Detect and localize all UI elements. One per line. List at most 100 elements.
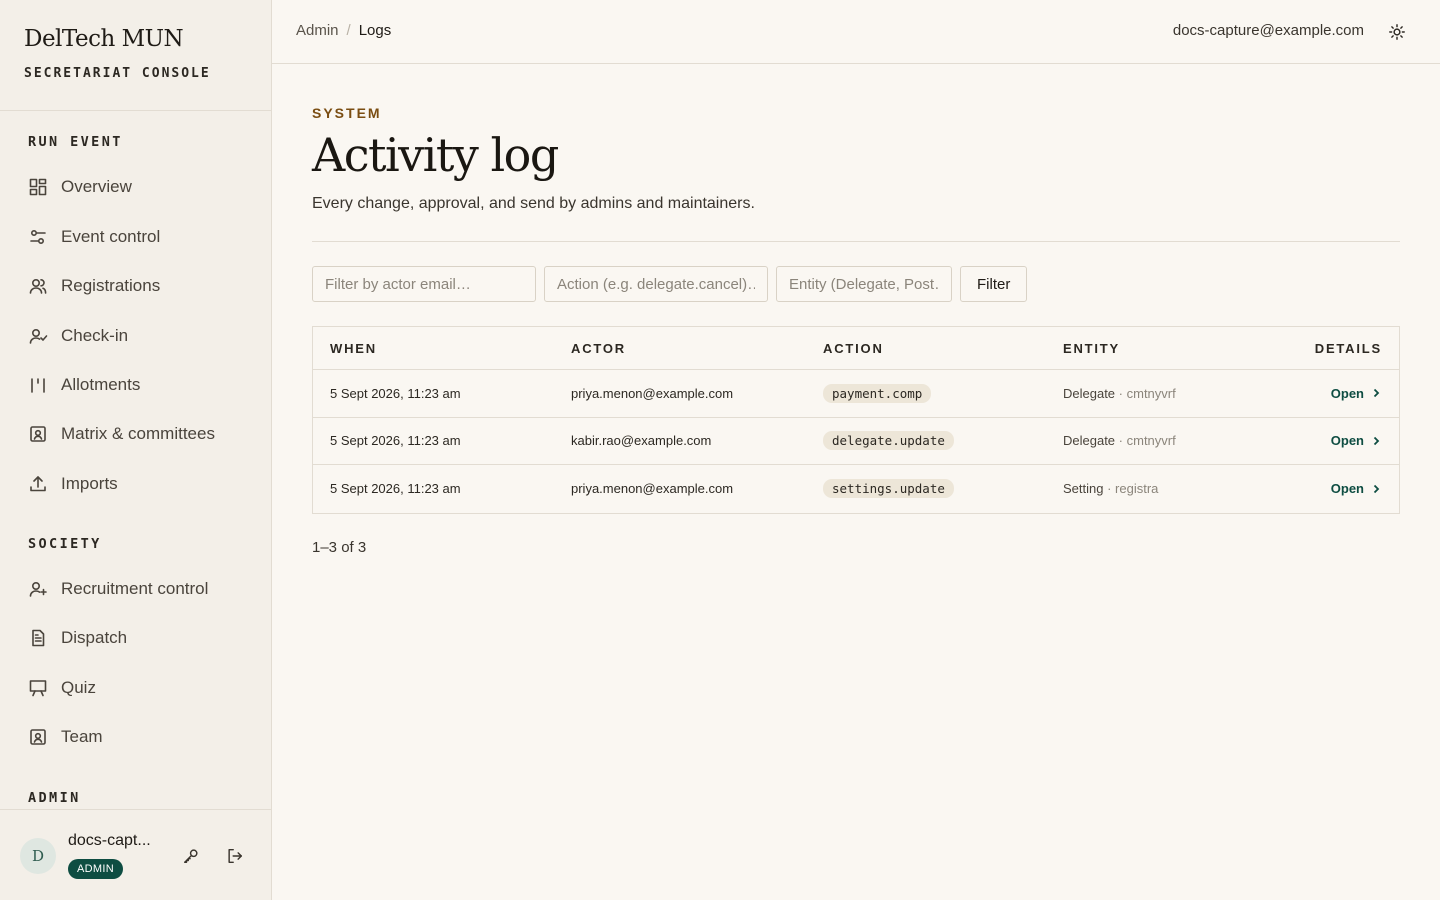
table-row: 5 Sept 2026, 11:23 am priya.menon@exampl…	[313, 370, 1399, 418]
divider	[312, 241, 1400, 242]
sidebar-item-dispatch[interactable]: Dispatch	[28, 623, 127, 653]
cell-entity: Delegate · cmtnyvrf	[1063, 386, 1263, 401]
nav-section-society: SOCIETY	[28, 536, 102, 552]
table-header: WHEN ACTOR ACTION ENTITY DETAILS	[313, 327, 1399, 370]
entity-type: Delegate	[1063, 433, 1116, 449]
sidebar-item-imports[interactable]: Imports	[28, 469, 118, 499]
action-chip: settings.update	[823, 479, 954, 499]
nav-section-run-event: RUN EVENT	[28, 134, 123, 150]
user-name: docs-capt...	[68, 832, 151, 849]
entity-separator: ·	[1115, 385, 1127, 401]
breadcrumb-logs: Logs	[358, 22, 392, 39]
breadcrumb-admin[interactable]: Admin	[296, 22, 339, 39]
cell-details: Open	[1263, 386, 1399, 401]
column-header-when: WHEN	[330, 340, 377, 356]
sidebar-item-quiz[interactable]: Quiz	[28, 673, 96, 703]
entity-separator: ·	[1115, 433, 1127, 449]
sidebar: DelTech MUN SECRETARIAT CONSOLE RUN EVEN…	[0, 0, 272, 900]
nav-section-admin: ADMIN	[28, 790, 81, 806]
cell-details: Open	[1263, 433, 1399, 448]
action-chip: payment.comp	[823, 383, 932, 403]
sidebar-footer: D docs-capt... ADMIN	[0, 809, 271, 900]
cell-actor: kabir.rao@example.com	[571, 433, 712, 449]
open-details-link[interactable]: Open	[1331, 433, 1382, 448]
cell-action: payment.comp	[823, 383, 1063, 403]
avatar: D	[20, 838, 56, 874]
cell-actor: priya.menon@example.com	[571, 385, 734, 401]
key-icon	[183, 849, 198, 864]
sidebar-item-label: Check-in	[61, 326, 129, 345]
user-check-icon	[29, 328, 48, 344]
cell-action: delegate.update	[823, 431, 1063, 451]
sidebar-item-label: Registrations	[61, 276, 161, 295]
sidebar-item-registrations[interactable]: Registrations	[28, 271, 160, 301]
sidebar-item-label: Team	[61, 727, 103, 746]
open-link-label: Open	[1330, 481, 1364, 497]
column-header-entity: ENTITY	[1063, 340, 1121, 356]
sidebar-item-label: Quiz	[61, 678, 96, 697]
theme-toggle-button[interactable]	[1388, 23, 1406, 41]
entity-type: Setting	[1063, 481, 1104, 497]
sliders-icon	[30, 229, 46, 245]
open-link-label: Open	[1330, 433, 1364, 449]
sidebar-item-event-control[interactable]: Event control	[28, 222, 160, 252]
action-chip: delegate.update	[823, 431, 954, 451]
column-header-actor: ACTOR	[571, 340, 626, 356]
open-details-link[interactable]: Open	[1331, 386, 1382, 401]
entity-id: cmtnyvrf	[1126, 385, 1176, 401]
id-badge-icon	[30, 729, 46, 745]
sidebar-item-label: Overview	[61, 177, 132, 196]
sun-icon	[1389, 24, 1405, 40]
sidebar-item-check-in[interactable]: Check-in	[28, 321, 128, 351]
sidebar-item-label: Imports	[61, 474, 118, 493]
role-badge: ADMIN	[68, 859, 123, 879]
activity-log-table: WHEN ACTOR ACTION ENTITY DETAILS 5 Sept …	[312, 326, 1400, 514]
grid-icon	[29, 178, 47, 196]
cell-entity: Setting · registra	[1063, 481, 1263, 496]
sidebar-item-label: Matrix & committees	[61, 424, 215, 443]
entity-filter-input[interactable]	[776, 266, 952, 302]
cell-entity: Delegate · cmtnyvrf	[1063, 433, 1263, 448]
change-password-button[interactable]	[182, 847, 200, 865]
presentation-icon	[29, 680, 47, 697]
table-row: 5 Sept 2026, 11:23 am kabir.rao@example.…	[313, 418, 1399, 465]
chevron-right-icon	[1373, 389, 1380, 398]
action-filter-input[interactable]	[544, 266, 768, 302]
breadcrumb: Admin / Logs	[296, 22, 391, 39]
brand-name: DelTech MUN	[24, 26, 184, 52]
user-email: docs-capture@example.com	[1172, 22, 1364, 39]
topbar: Admin / Logs docs-capture@example.com	[272, 0, 1440, 64]
filter-button[interactable]: Filter	[960, 266, 1028, 302]
filter-bar: Filter	[312, 266, 1028, 302]
upload-icon	[30, 476, 46, 492]
sidebar-item-overview[interactable]: Overview	[28, 172, 132, 202]
sidebar-item-label: Event control	[61, 227, 161, 246]
chevron-right-icon	[1373, 436, 1380, 445]
cell-when: 5 Sept 2026, 11:23 am	[330, 385, 461, 401]
cell-when: 5 Sept 2026, 11:23 am	[330, 433, 461, 449]
cell-actor: priya.menon@example.com	[571, 481, 734, 497]
sidebar-item-team[interactable]: Team	[28, 722, 103, 752]
page-eyebrow: SYSTEM	[312, 105, 382, 121]
table-row: 5 Sept 2026, 11:23 am priya.menon@exampl…	[313, 465, 1399, 513]
sidebar-item-recruitment-control[interactable]: Recruitment control	[28, 574, 208, 604]
column-header-details: DETAILS	[1314, 340, 1382, 356]
page-title: Activity log	[312, 128, 559, 182]
document-icon	[32, 629, 45, 647]
page-description: Every change, approval, and send by admi…	[312, 195, 755, 212]
open-details-link[interactable]: Open	[1331, 481, 1382, 496]
sidebar-item-label: Allotments	[61, 375, 141, 394]
breadcrumb-separator: /	[346, 22, 351, 39]
id-badge-icon	[30, 426, 46, 442]
chevron-right-icon	[1373, 484, 1380, 493]
sidebar-item-matrix-committees[interactable]: Matrix & committees	[28, 419, 215, 449]
sign-out-button[interactable]	[226, 847, 244, 865]
entity-type: Delegate	[1063, 385, 1116, 401]
sidebar-item-allotments[interactable]: Allotments	[28, 370, 140, 400]
entity-id: registra	[1115, 481, 1159, 497]
cell-when: 5 Sept 2026, 11:23 am	[330, 481, 461, 497]
entity-separator: ·	[1103, 481, 1116, 497]
actor-email-filter-input[interactable]	[312, 266, 536, 302]
entity-id: cmtnyvrf	[1126, 433, 1176, 449]
pagination-summary: 1–3 of 3	[312, 539, 367, 556]
